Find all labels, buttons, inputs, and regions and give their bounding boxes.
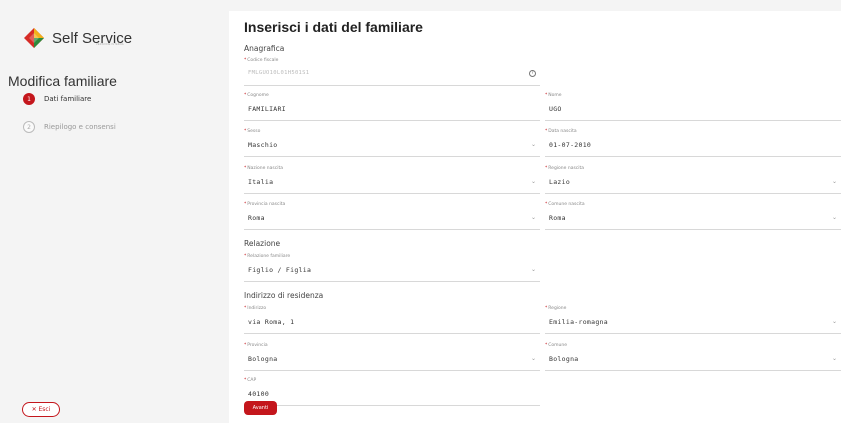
codice-fiscale-value: FMLGUO10L01H501S1 <box>248 70 310 76</box>
indirizzo-label: Indirizzo <box>247 306 267 311</box>
regione-nascita-label: Regione nascita <box>548 166 585 171</box>
sidebar-title: Modifica familiare <box>8 73 117 89</box>
relazione-familiare-label: Relazione familiare <box>247 254 291 259</box>
step-riepilogo-consensi[interactable]: 2 Riepilogo e consensi <box>23 121 116 133</box>
brand-logo[interactable]: Self Service VERSIONE INTERNA <box>24 26 144 50</box>
codice-fiscale-label: Codice fiscale <box>247 58 279 63</box>
chevron-down-icon: ⌄ <box>831 214 837 221</box>
cognome-label: Cognome <box>247 93 269 98</box>
step-number-badge: 2 <box>23 121 35 133</box>
sesso-label: Sesso <box>247 129 261 134</box>
comune-nascita-value: Roma <box>549 214 566 222</box>
provincia-nascita-select[interactable]: *Provincia nascita Roma ⌄ <box>244 202 540 230</box>
comune-value: Bologna <box>549 355 579 363</box>
relazione-familiare-select[interactable]: *Relazione familiare Figlio / Figlia ⌄ <box>244 254 540 282</box>
page-title: Inserisci i dati del familiare <box>244 19 423 35</box>
nazione-nascita-select[interactable]: *Nazione nascita Italia ⌄ <box>244 166 540 194</box>
provincia-value: Bologna <box>248 355 278 363</box>
avanti-button[interactable]: Avanti <box>244 401 277 415</box>
comune-nascita-select[interactable]: *Comune nascita Roma ⌄ <box>545 202 841 230</box>
provincia-select[interactable]: *Provincia Bologna ⌄ <box>244 343 540 371</box>
cap-label: CAP <box>247 378 257 383</box>
form-panel: Inserisci i dati del familiare Anagrafic… <box>229 11 841 423</box>
chevron-down-icon: ⌄ <box>530 214 536 221</box>
regione-select[interactable]: *Regione Emilia-romagna ⌄ <box>545 306 841 334</box>
sidebar: Self Service VERSIONE INTERNA Modifica f… <box>0 0 228 423</box>
brand-logo-mark-icon <box>24 28 44 48</box>
section-title-relazione: Relazione <box>244 239 281 248</box>
comune-nascita-label: Comune nascita <box>548 202 585 207</box>
section-title-residenza: Indirizzo di residenza <box>244 291 324 300</box>
regione-value: Emilia-romagna <box>549 318 608 326</box>
data-nascita-label: Data nascita <box>548 129 577 134</box>
section-title-anagrafica: Anagrafica <box>244 44 285 53</box>
chevron-down-icon: ⌄ <box>831 355 837 362</box>
data-nascita-value: 01-07-2010 <box>549 141 592 149</box>
data-nascita-field[interactable]: *Data nascita 01-07-2010 <box>545 129 841 157</box>
nazione-nascita-value: Italia <box>248 178 274 186</box>
relazione-familiare-value: Figlio / Figlia <box>248 266 312 274</box>
nome-value: UGO <box>549 105 562 113</box>
nazione-nascita-label: Nazione nascita <box>247 166 283 171</box>
step-label: Dati familiare <box>44 95 92 103</box>
indirizzo-field[interactable]: *Indirizzo via Roma, 1 <box>244 306 540 334</box>
chevron-down-icon: ⌄ <box>530 266 536 273</box>
cognome-field[interactable]: *Cognome FAMILIARI <box>244 93 540 121</box>
sesso-value: Maschio <box>248 141 278 149</box>
chevron-down-icon: ⌄ <box>530 141 536 148</box>
chevron-down-icon: ⌄ <box>530 355 536 362</box>
provincia-nascita-value: Roma <box>248 214 265 222</box>
provincia-label: Provincia <box>247 343 268 348</box>
regione-nascita-value: Lazio <box>549 178 571 186</box>
chevron-down-icon: ⌄ <box>831 178 837 185</box>
brand-subtitle: VERSIONE INTERNA <box>96 43 124 46</box>
cap-value: 40100 <box>248 390 270 398</box>
regione-label: Regione <box>548 306 567 311</box>
cap-field[interactable]: *CAP 40100 <box>244 378 540 406</box>
comune-label: Comune <box>548 343 568 348</box>
provincia-nascita-label: Provincia nascita <box>247 202 286 207</box>
comune-select[interactable]: *Comune Bologna ⌄ <box>545 343 841 371</box>
regione-nascita-select[interactable]: *Regione nascita Lazio ⌄ <box>545 166 841 194</box>
cognome-value: FAMILIARI <box>248 105 286 113</box>
sesso-select[interactable]: *Sesso Maschio ⌄ <box>244 129 540 157</box>
indirizzo-value: via Roma, 1 <box>248 318 295 326</box>
step-dati-familiare[interactable]: 1 Dati familiare <box>23 93 91 105</box>
step-label: Riepilogo e consensi <box>44 123 116 131</box>
nome-label: Nome <box>548 93 562 98</box>
codice-fiscale-field[interactable]: *Codice fiscale FMLGUO10L01H501S1 ? <box>244 58 540 86</box>
chevron-down-icon: ⌄ <box>831 318 837 325</box>
help-icon[interactable]: ? <box>529 70 536 77</box>
chevron-down-icon: ⌄ <box>530 178 536 185</box>
nome-field[interactable]: *Nome UGO <box>545 93 841 121</box>
step-number-badge: 1 <box>23 93 35 105</box>
exit-button[interactable]: ✕ Esci <box>22 402 60 417</box>
